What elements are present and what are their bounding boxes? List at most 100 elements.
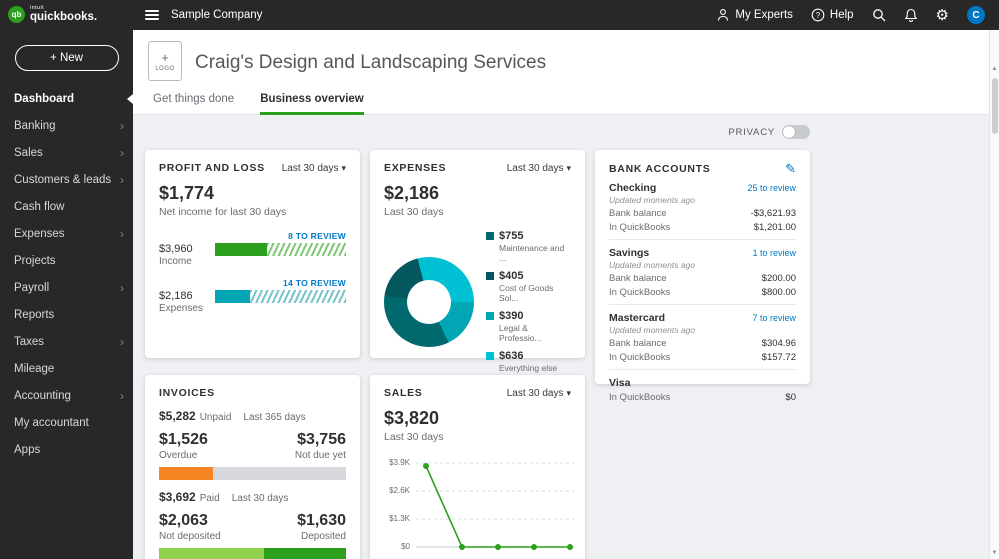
sales-line-chart[interactable]: $3.9K $2.6K $1.3K $0 (384, 453, 571, 559)
user-avatar[interactable]: C (967, 6, 985, 24)
topbar: qb intuit quickbooks. Sample Company My … (0, 0, 999, 30)
my-experts-button[interactable]: My Experts (716, 8, 793, 22)
legend-label: Legal & Professio... (499, 323, 571, 343)
sidebar-item-apps[interactable]: Apps (0, 436, 133, 463)
income-review-link[interactable]: 8 TO REVIEW (159, 231, 346, 241)
tab-business-overview[interactable]: Business overview (260, 93, 364, 115)
bank-balance-value: $304.96 (762, 338, 796, 349)
expense-bar[interactable] (215, 290, 346, 303)
to-review-link[interactable]: 1 to review (752, 248, 796, 258)
overdue-segment[interactable] (159, 467, 213, 480)
expenses-period-dropdown[interactable]: Last 30 days ▾ (507, 163, 571, 174)
not-deposited-segment[interactable] (159, 548, 264, 559)
sidebar-item-accounting[interactable]: Accounting › (0, 382, 133, 409)
company-name: Sample Company (171, 9, 262, 21)
chevron-right-icon: › (120, 228, 124, 240)
bank-account-row[interactable]: Mastercard 7 to review Updated moments a… (609, 305, 796, 370)
settings-gear-icon[interactable]: ⚙ (936, 8, 949, 23)
income-bar[interactable] (215, 243, 346, 256)
overdue-label: Overdue (159, 450, 197, 461)
scroll-up-arrow-icon[interactable]: ▲ (990, 66, 999, 72)
sidebar-item-taxes[interactable]: Taxes › (0, 328, 133, 355)
period-value: Last 30 days (507, 163, 564, 174)
overdue-amount: $1,526 (159, 431, 208, 449)
paid-period: Last 30 days (232, 493, 289, 504)
sidebar-item-cash-flow[interactable]: Cash flow (0, 193, 133, 220)
bank-account-row[interactable]: Checking 25 to review Updated moments ag… (609, 175, 796, 240)
paid-label: Paid (200, 493, 220, 504)
sidebar-item-dashboard[interactable]: Dashboard (0, 85, 133, 112)
sidebar-item-projects[interactable]: Projects (0, 247, 133, 274)
sidebar-item-label: Apps (14, 444, 40, 456)
legend-item[interactable]: $636 Everything else (486, 350, 571, 373)
notifications-bell-icon[interactable] (904, 8, 918, 23)
chevron-down-icon: ▾ (566, 388, 571, 399)
bank-balance-label: Bank balance (609, 338, 667, 349)
sales-chart-plot (416, 453, 574, 557)
expenses-donut-chart[interactable] (384, 257, 474, 347)
not-due-segment[interactable] (213, 467, 346, 480)
net-income-caption: Net income for last 30 days (159, 206, 346, 218)
legend-swatch (486, 312, 494, 320)
period-value: Last 30 days (507, 388, 564, 399)
unpaid-label: Unpaid (200, 412, 232, 423)
card-title: SALES (384, 387, 423, 399)
new-button[interactable]: + New (15, 45, 119, 71)
privacy-toggle[interactable] (782, 125, 810, 139)
expense-label: Expenses (159, 303, 215, 314)
expense-bar-row: $2,186 Expenses (159, 290, 346, 314)
sidebar-item-customers-leads[interactable]: Customers & leads › (0, 166, 133, 193)
paid-invoices-bar[interactable] (159, 548, 346, 559)
deposited-segment[interactable] (264, 548, 346, 559)
sidebar-item-label: My accountant (14, 417, 89, 429)
to-review-link[interactable]: 7 to review (752, 313, 796, 323)
sidebar-item-banking[interactable]: Banking › (0, 112, 133, 139)
sales-period-dropdown[interactable]: Last 30 days ▾ (507, 388, 571, 399)
hamburger-menu-icon[interactable] (145, 10, 159, 20)
in-quickbooks-label: In QuickBooks (609, 222, 670, 233)
to-review-link[interactable]: 25 to review (747, 183, 796, 193)
sidebar-item-label: Cash flow (14, 201, 65, 213)
scrollbar-thumb[interactable] (992, 78, 998, 134)
legend-item[interactable]: $755 Maintenance and ... (486, 230, 571, 263)
edit-pencil-icon[interactable]: ✎ (785, 162, 796, 175)
sidebar-item-sales[interactable]: Sales › (0, 139, 133, 166)
privacy-control: PRIVACY (595, 125, 810, 139)
expenses-card: EXPENSES Last 30 days ▾ $2,186 Last 30 d… (370, 150, 585, 358)
legend-swatch (486, 352, 494, 360)
quickbooks-brand[interactable]: qb intuit quickbooks. (0, 6, 133, 24)
sidebar-item-label: Payroll (14, 282, 49, 294)
bank-account-row[interactable]: Visa In QuickBooks$0 (609, 370, 796, 409)
bank-account-row[interactable]: Savings 1 to review Updated moments ago … (609, 240, 796, 305)
deposited-label: Deposited (301, 531, 346, 542)
sidebar-item-my-accountant[interactable]: My accountant (0, 409, 133, 436)
company-logo-upload[interactable]: + LOGO (148, 41, 182, 81)
card-title: PROFIT AND LOSS (159, 162, 265, 174)
unpaid-amount: $5,282 (159, 409, 196, 423)
expense-review-link[interactable]: 14 TO REVIEW (159, 278, 346, 288)
profit-loss-card: PROFIT AND LOSS Last 30 days ▾ $1,774 Ne… (145, 150, 360, 358)
help-label: Help (830, 9, 854, 21)
sidebar-item-reports[interactable]: Reports (0, 301, 133, 328)
scroll-down-arrow-icon[interactable]: ▼ (990, 550, 999, 556)
topbar-actions: My Experts ? Help ⚙ C (716, 0, 985, 30)
income-amount: $3,960 (159, 243, 215, 255)
legend-item[interactable]: $405 Cost of Goods Sol... (486, 270, 571, 303)
sidebar: + New Dashboard Banking › Sales › Custom… (0, 30, 133, 559)
bank-balance-value: -$3,621.93 (751, 208, 796, 219)
sidebar-item-expenses[interactable]: Expenses › (0, 220, 133, 247)
profit-loss-period-dropdown[interactable]: Last 30 days ▾ (282, 163, 346, 174)
qb-logo-monogram: qb (12, 10, 22, 19)
toggle-knob (783, 126, 795, 138)
search-icon[interactable] (872, 8, 886, 22)
sidebar-item-mileage[interactable]: Mileage (0, 355, 133, 382)
help-icon: ? (811, 8, 825, 22)
in-quickbooks-label: In QuickBooks (609, 287, 670, 298)
vertical-scrollbar[interactable]: ▲ ▼ (989, 30, 999, 559)
help-button[interactable]: ? Help (811, 8, 854, 22)
unpaid-invoices-bar[interactable] (159, 467, 346, 480)
legend-item[interactable]: $390 Legal & Professio... (486, 310, 571, 343)
tab-get-things-done[interactable]: Get things done (153, 93, 234, 115)
page-title: Craig's Design and Landscaping Services (195, 52, 546, 74)
sidebar-item-payroll[interactable]: Payroll › (0, 274, 133, 301)
